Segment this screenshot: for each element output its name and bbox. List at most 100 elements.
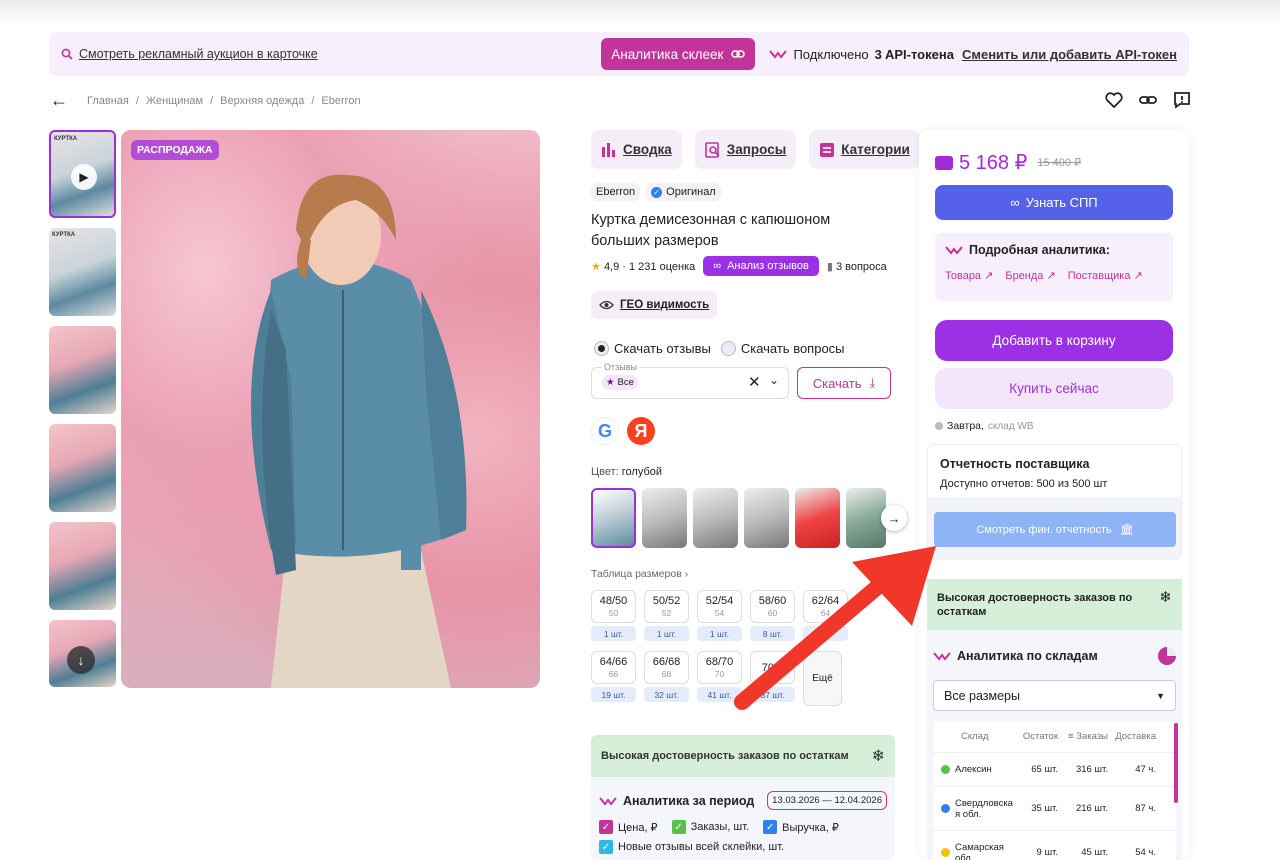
radio-questions[interactable]: Скачать вопросы	[720, 341, 845, 356]
col-stock[interactable]: Остаток	[1013, 731, 1058, 742]
size-table-link[interactable]: Таблица размеров ›	[591, 568, 688, 580]
brand-logo-icon	[933, 652, 951, 661]
size-option[interactable]: 48/50 50 1 шт.	[591, 590, 636, 641]
col-delivery[interactable]: Доставка	[1108, 731, 1156, 742]
size-box: 48/50 50	[591, 590, 636, 623]
brand-logo-icon	[769, 50, 788, 59]
breadcrumb-item[interactable]: Главная	[87, 95, 129, 107]
table-row[interactable]: Самарская обл. 9 шт. 45 шт. 54 ч.	[933, 831, 1176, 860]
review-analysis-button[interactable]: ∞ Анализ отзывов	[703, 256, 819, 276]
size-option[interactable]: 50/52 52 1 шт.	[644, 590, 689, 641]
brand-row: Eberron ✓ Оригинал	[591, 183, 721, 201]
metric-checkbox[interactable]: ✓ Цена, ₽	[599, 820, 658, 834]
tab-categories[interactable]: Категории	[809, 130, 920, 169]
product-main-image[interactable]: РАСПРОДАЖА	[121, 130, 540, 688]
color-variant[interactable]	[642, 488, 687, 548]
questions-link[interactable]: ▮ 3 вопроса	[827, 260, 887, 273]
gallery-thumb[interactable]	[49, 326, 116, 414]
size-box: 66/68 68	[644, 651, 689, 684]
pie-chart-icon[interactable]	[1158, 647, 1176, 665]
gallery-thumb[interactable]: КУРТКА ▶	[49, 130, 116, 218]
change-api-link[interactable]: Сменить или добавить API-токен	[962, 47, 1177, 62]
size-filter-select[interactable]: Все размеры ▼	[933, 680, 1176, 711]
link-supplier[interactable]: Поставщика ↗	[1068, 269, 1143, 282]
stock-count: 1 шт.	[591, 626, 636, 641]
color-variant[interactable]	[693, 488, 738, 548]
view-financial-report-button[interactable]: Смотреть фин. отчетность 🏛	[934, 512, 1176, 547]
report-icon[interactable]	[1172, 90, 1192, 110]
gallery-thumb[interactable]: ↓	[49, 620, 116, 687]
product-title: Куртка демисезонная с капюшоном больших …	[591, 212, 831, 249]
ad-auction-link[interactable]: Смотреть рекламный аукцион в карточке	[61, 47, 318, 61]
link-product[interactable]: Товара ↗	[945, 269, 993, 282]
radio-reviews[interactable]: Скачать отзывы	[594, 341, 711, 356]
table-row[interactable]: Алексин 65 шт. 316 шт. 47 ч.	[933, 753, 1176, 787]
size-label: 48/50	[599, 594, 628, 607]
scroll-down-icon[interactable]: ↓	[67, 646, 95, 674]
stock-count: 1 шт.	[644, 626, 689, 641]
col-warehouse[interactable]: Склад	[933, 731, 1013, 742]
table-row[interactable]: Свердловска я обл. 35 шт. 216 шт. 87 ч.	[933, 787, 1176, 831]
metric-checkbox[interactable]: ✓ Заказы, шт.	[671, 820, 750, 834]
color-variant[interactable]	[744, 488, 789, 548]
size-option[interactable]: 58/60 60 8 шт.	[750, 590, 795, 641]
delivery-note: склад WB	[987, 420, 1034, 432]
metric-checkbox[interactable]: ✓ Новые отзывы всей склейки, шт.	[599, 840, 784, 854]
tab-queries[interactable]: Запросы	[694, 130, 797, 169]
glue-analytics-button[interactable]: Аналитика склеек	[601, 38, 756, 70]
buy-now-button[interactable]: Купить сейчас	[935, 368, 1173, 409]
geo-visibility-button[interactable]: ГЕО видимость	[591, 291, 718, 319]
color-variant[interactable]	[591, 488, 636, 548]
size-option[interactable]: 66/68 68 32 шт.	[644, 651, 689, 706]
col-orders[interactable]: ≡ Заказы	[1058, 731, 1108, 742]
gallery-thumb[interactable]	[49, 522, 116, 610]
size-ru: 68	[661, 668, 672, 679]
external-link-icon: ↗	[984, 270, 994, 282]
gallery-thumb[interactable]: КУРТКА	[49, 228, 116, 316]
period-date-range[interactable]: 13.03.2026 — 12.04.2026	[767, 791, 887, 810]
stock-count: 1 шт.	[697, 626, 742, 641]
more-sizes-button[interactable]: Ещё	[803, 651, 842, 706]
color-variant[interactable]	[795, 488, 840, 548]
link-brand[interactable]: Бренда ↗	[1005, 269, 1055, 282]
add-to-cart-button[interactable]: Добавить в корзину	[935, 320, 1173, 361]
color-variant[interactable]	[846, 488, 886, 548]
size-table-label: Таблица размеров	[591, 568, 682, 580]
clear-icon[interactable]: ✕	[748, 373, 761, 391]
breadcrumb-item[interactable]: Eberron	[321, 95, 360, 107]
gallery-thumb[interactable]	[49, 424, 116, 512]
sale-badge: РАСПРОДАЖА	[131, 140, 219, 160]
download-button[interactable]: Скачать ⤓	[797, 367, 891, 399]
reviews-filter-select[interactable]: Отзывы ★ Все ✕ ⌄	[591, 362, 789, 399]
size-option[interactable]: 70/7 37 шт.	[750, 651, 795, 706]
link-icon: ∞	[1010, 195, 1020, 210]
tab-summary[interactable]: Сводка	[591, 130, 682, 169]
heart-icon[interactable]	[1104, 90, 1124, 110]
size-option[interactable]: 68/70 70 41 шт.	[697, 651, 742, 706]
metric-checkbox[interactable]: ✓ Выручка, ₽	[763, 820, 839, 834]
filter-chip[interactable]: ★ Все	[602, 375, 638, 390]
download-type: Скачать отзывы Скачать вопросы	[594, 341, 845, 356]
google-icon[interactable]: G	[591, 417, 619, 445]
metric-label: Заказы, шт.	[690, 821, 750, 833]
scrollbar[interactable]	[1174, 723, 1178, 803]
brand-pill[interactable]: Eberron	[591, 183, 641, 201]
size-ru: 66	[608, 668, 619, 679]
radio-label: Скачать отзывы	[614, 341, 711, 356]
play-icon[interactable]: ▶	[71, 164, 97, 190]
cell-warehouse: Алексин	[933, 764, 1013, 775]
share-link-icon[interactable]	[1138, 90, 1158, 110]
size-option[interactable]: 52/54 54 1 шт.	[697, 590, 742, 641]
breadcrumb-item[interactable]: Верхняя одежда	[220, 95, 304, 107]
yandex-icon[interactable]: Я	[627, 417, 655, 445]
download-label: Скачать	[812, 375, 862, 391]
size-option[interactable]: 62/64 64	[803, 590, 848, 641]
back-arrow-icon[interactable]: ←	[50, 90, 68, 111]
spp-button[interactable]: ∞ Узнать СПП	[935, 185, 1173, 220]
next-arrow-icon[interactable]: →	[881, 505, 907, 531]
size-option[interactable]: 64/66 66 19 шт.	[591, 651, 636, 706]
breadcrumb-item[interactable]: Женщинам	[146, 95, 203, 107]
stock-count: 8 шт.	[750, 626, 795, 641]
bank-icon: 🏛	[1119, 524, 1134, 536]
chevron-down-icon[interactable]: ⌄	[769, 373, 779, 387]
